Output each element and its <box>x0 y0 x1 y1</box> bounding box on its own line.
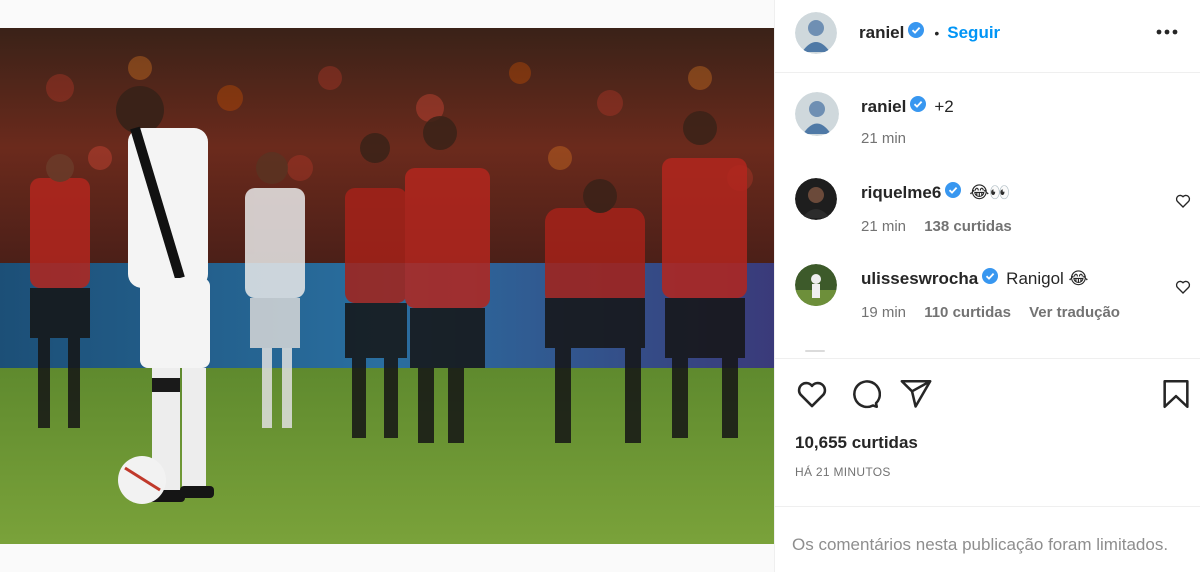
verified-badge-icon <box>908 22 925 43</box>
verified-badge-icon <box>982 268 999 289</box>
comment-time: 19 min <box>861 304 907 321</box>
comment-time: 21 min <box>861 218 907 235</box>
avatar-image <box>795 12 837 54</box>
more-options-icon[interactable] <box>1153 22 1181 42</box>
post-photo-image <box>0 28 774 544</box>
comment-likes[interactable]: 110 curtidas <box>924 304 1011 321</box>
comment-meta: 19 min 110 curtidas Ver tradução <box>861 304 1120 321</box>
likes-count[interactable]: 10,655 curtidas <box>795 433 918 453</box>
heart-icon[interactable] <box>795 377 829 411</box>
comment-avatar[interactable] <box>795 178 837 220</box>
see-translation-link[interactable]: Ver tradução <box>1029 304 1120 321</box>
caption-time: 21 min <box>861 130 907 147</box>
share-icon[interactable] <box>899 377 933 411</box>
comment-line: ulisseswrocha Ranigol 😂 <box>861 268 1088 289</box>
header-separator: • <box>934 24 940 41</box>
avatar-image <box>795 178 837 220</box>
comment-username[interactable]: riquelme6 <box>861 183 941 203</box>
comment-meta: 21 min 138 curtidas <box>861 218 1012 235</box>
comments-list[interactable]: raniel +2 21 min riquelme6 😂👀 21 min 138… <box>775 74 1200 358</box>
caption-meta: 21 min <box>861 130 906 147</box>
caption-avatar[interactable] <box>795 92 839 136</box>
comment-text: Ranigol 😂 <box>1006 268 1089 288</box>
caption-line: raniel +2 <box>861 96 954 117</box>
comment-username[interactable]: ulisseswrocha <box>861 269 978 289</box>
caption-text: +2 <box>934 96 954 116</box>
header-username[interactable]: raniel <box>859 23 904 43</box>
comment-item: riquelme6 😂👀 21 min 138 curtidas <box>775 178 1200 248</box>
comment-like-icon[interactable] <box>1175 193 1191 209</box>
next-comment-peek <box>805 350 825 352</box>
comments-limited-text: Os comentários nesta publicação foram li… <box>792 535 1169 554</box>
comments-limited-notice: Os comentários nesta publicação foram li… <box>775 506 1200 572</box>
comment-likes[interactable]: 138 curtidas <box>924 218 1012 235</box>
post-media-pane <box>0 0 774 572</box>
post-side-panel: raniel • Seguir raniel +2 21 min riquelm… <box>774 0 1200 572</box>
verified-badge-icon <box>910 96 927 117</box>
comment-line: riquelme6 😂👀 <box>861 182 1010 203</box>
header-user-line: raniel • Seguir <box>859 22 1000 43</box>
comment-like-icon[interactable] <box>1175 279 1191 295</box>
post-actions: 10,655 curtidas HÁ 21 MINUTOS <box>775 358 1200 506</box>
comment-icon[interactable] <box>847 377 882 411</box>
caption-username[interactable]: raniel <box>861 97 906 117</box>
follow-button[interactable]: Seguir <box>947 23 1000 43</box>
avatar-image <box>795 92 839 136</box>
post-timestamp: HÁ 21 MINUTOS <box>795 465 891 479</box>
caption: raniel +2 21 min <box>775 90 1200 160</box>
comment-avatar[interactable] <box>795 264 837 306</box>
post-photo[interactable] <box>0 28 774 544</box>
post-header: raniel • Seguir <box>775 0 1200 73</box>
verified-badge-icon <box>945 182 962 203</box>
comment-text: 😂👀 <box>969 182 1011 202</box>
comment-item: ulisseswrocha Ranigol 😂 19 min 110 curti… <box>775 264 1200 334</box>
bookmark-icon[interactable] <box>1159 377 1193 411</box>
profile-avatar[interactable] <box>795 12 837 54</box>
avatar-image <box>795 264 837 306</box>
